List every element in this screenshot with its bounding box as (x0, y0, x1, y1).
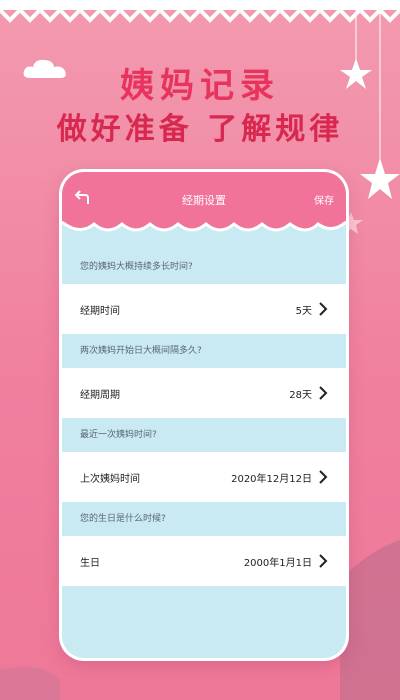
setting-label: 上次姨妈时间 (80, 473, 140, 485)
question-last-period: 最近一次姨妈时间? (62, 418, 346, 452)
settings-list: 您的姨妈大概持续多长时间? 经期时间 5天 两次姨妈开始日大概间隔多久? 经期周… (62, 242, 346, 658)
setting-label: 经期周期 (80, 389, 120, 401)
setting-row-birthday[interactable]: 生日 2000年1月1日 (62, 536, 346, 586)
page-title: 经期设置 (182, 194, 226, 207)
chevron-right-icon (319, 386, 328, 400)
setting-value: 5天 (295, 305, 312, 317)
cloud-band (62, 208, 346, 244)
chevron-right-icon (319, 302, 328, 316)
setting-row-cycle[interactable]: 经期周期 28天 (62, 368, 346, 418)
setting-label: 经期时间 (80, 305, 120, 317)
setting-value: 2000年1月1日 (243, 557, 312, 569)
setting-value: 2020年12月12日 (231, 473, 312, 485)
setting-label: 生日 (80, 557, 100, 569)
chevron-right-icon (319, 554, 328, 568)
question-cycle: 两次姨妈开始日大概间隔多久? (62, 334, 346, 368)
headline-subtitle: 做好准备 了解规律 (56, 112, 344, 147)
chevron-right-icon (319, 470, 328, 484)
save-button[interactable]: 保存 (314, 192, 334, 207)
setting-row-duration[interactable]: 经期时间 5天 (62, 284, 346, 334)
setting-row-last-period[interactable]: 上次姨妈时间 2020年12月12日 (62, 452, 346, 502)
setting-value: 28天 (289, 389, 312, 401)
headline-title: 姨妈记录 (120, 66, 280, 106)
question-birthday: 您的生日是什么时候? (62, 502, 346, 536)
question-duration: 您的姨妈大概持续多长时间? (62, 242, 346, 284)
phone-screen: 经期设置 保存 您的姨妈大概持续多长时间? 经期时间 5天 两次姨妈开始日大概间… (62, 172, 346, 658)
